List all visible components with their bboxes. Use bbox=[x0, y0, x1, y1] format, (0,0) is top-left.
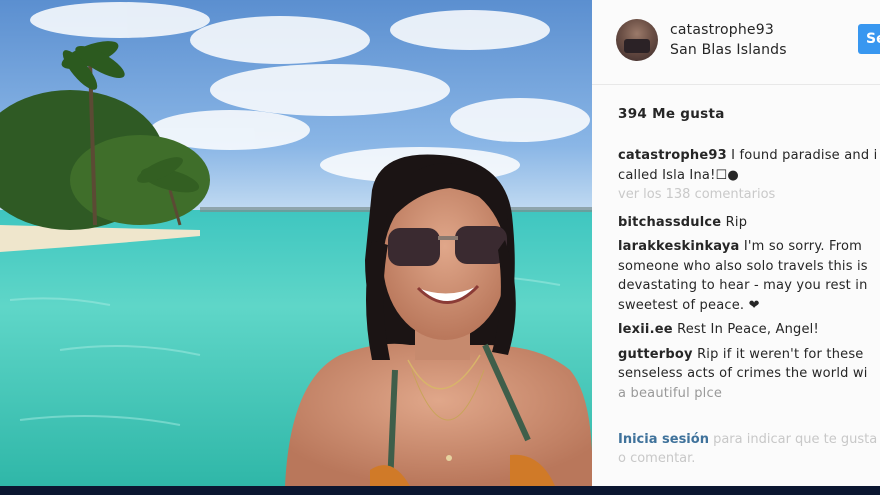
comment-text: sweetest of peace. ❤ bbox=[618, 297, 760, 313]
comment-text: devastating to hear - may you rest in bbox=[618, 278, 868, 293]
comment: gutterboy Rip if it weren't for these se… bbox=[618, 345, 880, 404]
post-photo bbox=[0, 0, 592, 486]
comment-username[interactable]: bitchassdulce bbox=[618, 215, 721, 230]
comment-text: a beautiful plce bbox=[618, 385, 723, 401]
comment-username[interactable]: lexii.ee bbox=[618, 322, 673, 337]
comment: bitchassdulce Rip bbox=[618, 213, 880, 233]
location[interactable]: San Blas Islands bbox=[670, 42, 787, 58]
comment-text: Rip if it weren't for these bbox=[692, 346, 864, 362]
bottom-bar bbox=[0, 486, 880, 495]
likes-count[interactable]: 394 Me gusta bbox=[618, 106, 725, 122]
beach-selfie-image bbox=[0, 2, 592, 486]
comment-text: someone who also solo travels this is bbox=[618, 258, 868, 274]
comment: lexii.ee Rest In Peace, Angel! bbox=[618, 320, 880, 340]
post-header: catastrophe93 San Blas Islands Se bbox=[592, 0, 880, 85]
login-prompt: Inicia sesión para indicar que te gusta … bbox=[618, 430, 880, 468]
comment-text: senseless acts of crimes the world wi bbox=[618, 366, 868, 381]
login-prompt-text-line2: o comentar. bbox=[618, 451, 696, 466]
caption: catastrophe93 I found paradise and i bbox=[618, 146, 880, 166]
comment-text: Rip bbox=[721, 214, 748, 230]
caption-text: I found paradise and i bbox=[726, 148, 878, 163]
comment: larakkeskinkaya I'm so sorry. From someo… bbox=[618, 237, 880, 315]
comment-username[interactable]: gutterboy bbox=[618, 347, 693, 362]
caption-text-line2: called Isla Ina!☐● bbox=[618, 167, 739, 183]
login-link[interactable]: Inicia sesión bbox=[618, 432, 709, 447]
video-frame: catastrophe93 San Blas Islands Se 394 Me… bbox=[0, 0, 880, 486]
instagram-post-panel: catastrophe93 San Blas Islands Se 394 Me… bbox=[592, 0, 880, 486]
profile-avatar[interactable] bbox=[616, 19, 658, 61]
follow-button[interactable]: Se bbox=[858, 24, 880, 54]
view-all-comments-link[interactable]: ver los 138 comentarios bbox=[618, 185, 880, 205]
comment-username[interactable]: larakkeskinkaya bbox=[618, 239, 740, 254]
comment-text: I'm so sorry. From bbox=[739, 239, 863, 254]
comment-text: Rest In Peace, Angel! bbox=[672, 322, 819, 337]
username[interactable]: catastrophe93 bbox=[670, 22, 774, 38]
login-prompt-text: para indicar que te gusta bbox=[708, 432, 878, 447]
comments-section: catastrophe93 I found paradise and i cal… bbox=[618, 146, 880, 408]
caption-username[interactable]: catastrophe93 bbox=[618, 148, 727, 163]
